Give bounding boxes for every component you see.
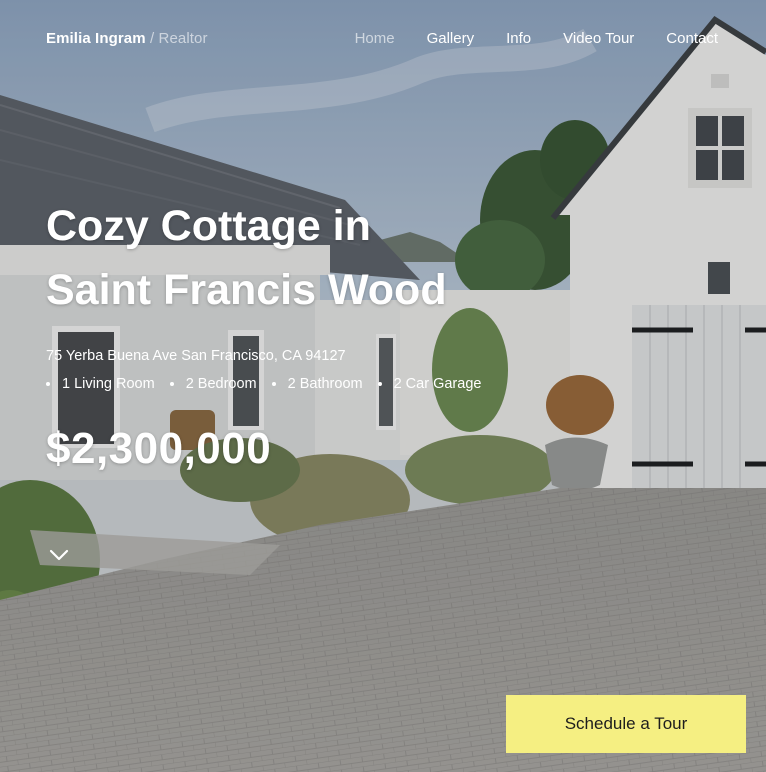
bullet-icon — [271, 382, 276, 386]
feature-item: 2 Bedroom — [169, 376, 257, 392]
feature-label: 2 Bathroom — [287, 376, 363, 392]
nav-link-gallery[interactable]: Gallery — [427, 30, 475, 47]
brand[interactable]: Emilia Ingram / Realtor — [46, 30, 208, 47]
feature-label: 1 Living Room — [62, 376, 155, 392]
listing-title-line-2: Saint Francis Wood — [46, 266, 447, 314]
listing-price: $2,300,000 — [46, 424, 272, 473]
bullet-icon — [46, 382, 50, 386]
chevron-down-icon — [49, 549, 69, 561]
feature-item: 2 Bathroom — [271, 376, 363, 392]
feature-list: 1 Living Room 2 Bedroom 2 Bathroom 2 Car… — [46, 376, 566, 392]
schedule-tour-button[interactable]: Schedule a Tour — [506, 695, 746, 753]
top-navigation-bar: Emilia Ingram / Realtor Home Gallery Inf… — [0, 0, 766, 76]
hero-section: Emilia Ingram / Realtor Home Gallery Inf… — [0, 0, 766, 772]
bullet-icon — [169, 382, 174, 386]
feature-item: 1 Living Room — [46, 376, 155, 392]
brand-name: Emilia Ingram — [46, 29, 146, 47]
nav-link-video-tour[interactable]: Video Tour — [563, 30, 634, 47]
feature-label: 2 Car Garage — [393, 376, 482, 392]
scroll-down-button[interactable] — [48, 546, 70, 564]
main-nav: Home Gallery Info Video Tour Contact — [355, 30, 718, 47]
listing-summary: Cozy Cottage in Saint Francis Wood 75 Ye… — [46, 194, 566, 474]
feature-label: 2 Bedroom — [185, 376, 257, 392]
nav-link-contact[interactable]: Contact — [666, 30, 718, 47]
listing-title: Cozy Cottage in Saint Francis Wood — [46, 194, 566, 322]
listing-address: 75 Yerba Buena Ave San Francisco, CA 941… — [46, 348, 346, 364]
brand-role: Realtor — [158, 29, 208, 47]
feature-item: 2 Car Garage — [377, 376, 482, 392]
nav-link-home[interactable]: Home — [355, 30, 395, 47]
bullet-icon — [377, 382, 382, 386]
nav-link-info[interactable]: Info — [506, 30, 531, 47]
brand-separator: / — [149, 29, 155, 47]
listing-title-line-1: Cozy Cottage in — [46, 202, 371, 250]
